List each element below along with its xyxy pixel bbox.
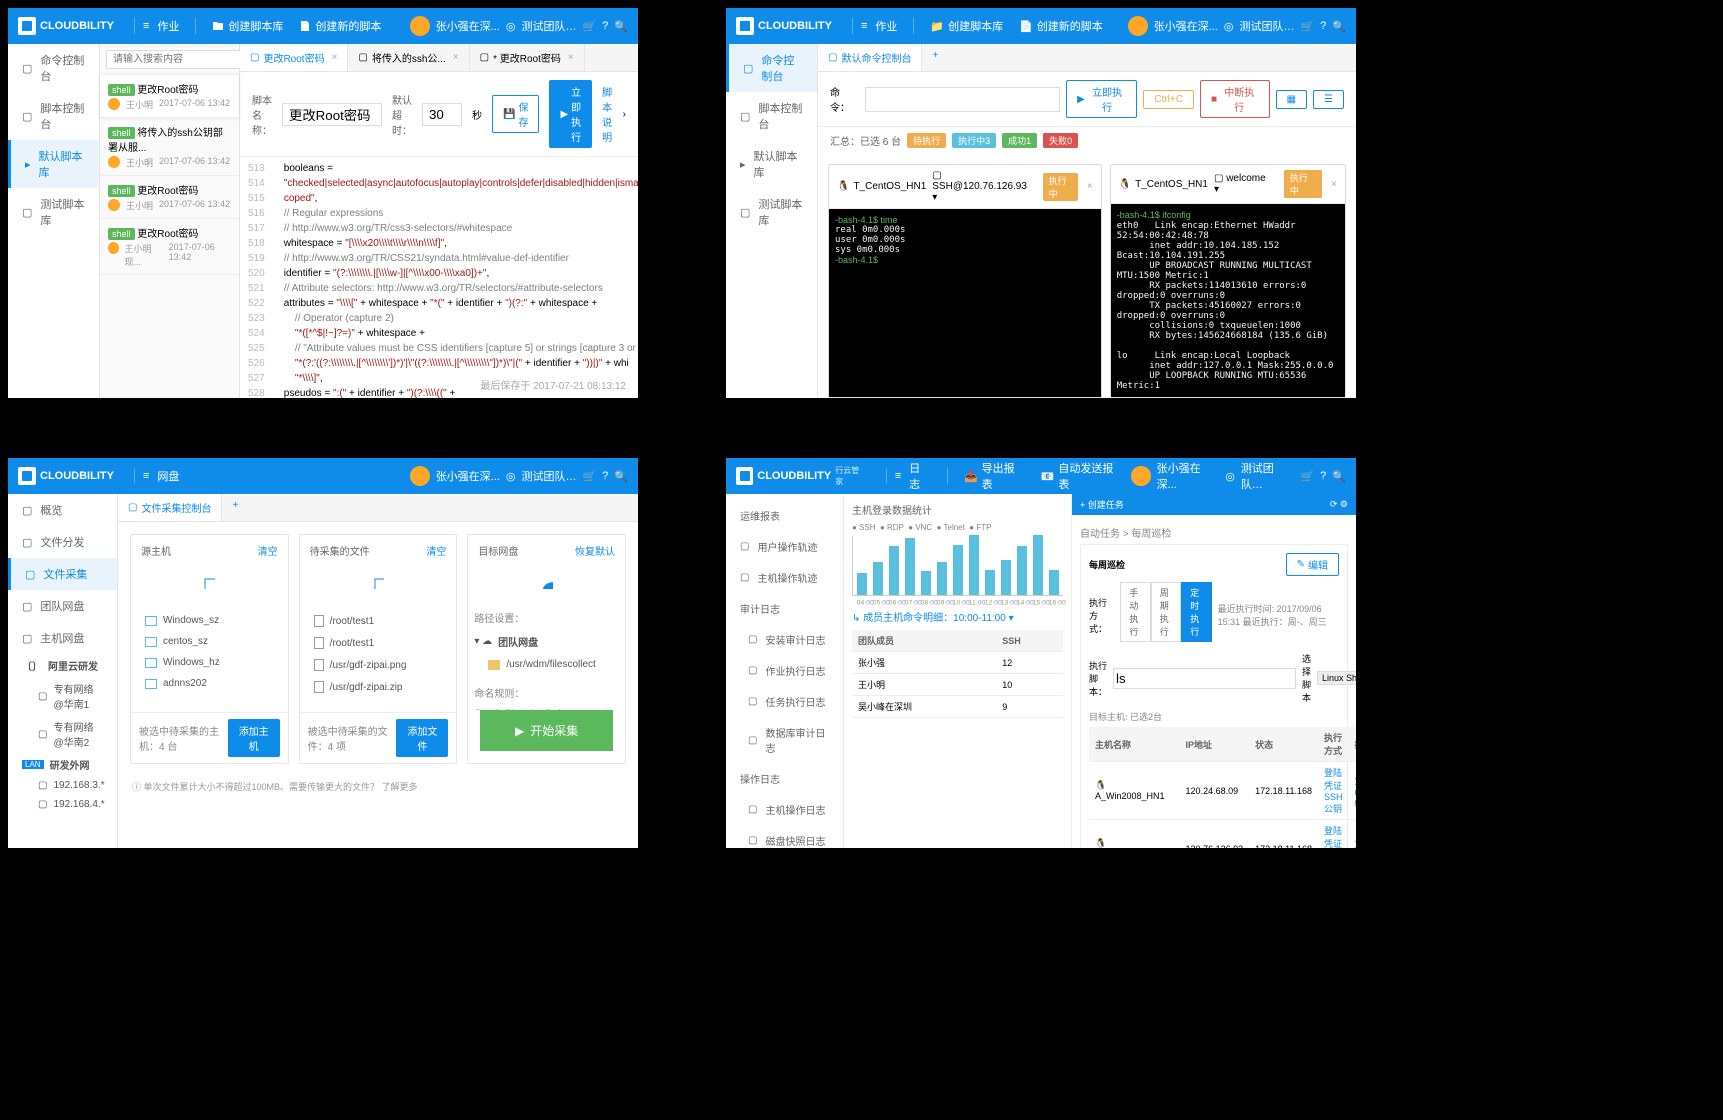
nav-logs[interactable]: 日志 xyxy=(901,460,939,492)
panel-script-editor: CLOUDBILITY ≡ 作业 创建脚本库 创建新的脚本 张小强在深... ◎… xyxy=(8,8,638,398)
run-button[interactable]: ▶ 立即执行 xyxy=(1066,80,1137,118)
cart-icon[interactable]: 🛒 xyxy=(582,20,596,33)
command-input[interactable] xyxy=(865,87,1060,112)
terminal[interactable]: 🐧 T_CentOS_HN1▢ SSH@120.76.126.93 ▾执行中× … xyxy=(828,164,1102,398)
brand-logo: CLOUDBILITY xyxy=(18,17,114,35)
host-table: 主机名称IP地址状态执行方式操作 🐧 A_Win2008_HN1120.24.6… xyxy=(1089,727,1356,848)
script-item[interactable]: shell 更改Root密码王小明2017-07-06 13:42 xyxy=(100,75,239,118)
sidebar-script-console[interactable]: ▢ 脚本控制台 xyxy=(8,92,99,140)
tab[interactable]: ▢ 将传入的ssh公...× xyxy=(348,44,469,71)
source-hosts-col: 源主机清空 Windows_sz centos_sz Windows_hz ad… xyxy=(130,534,289,764)
new-script-lib[interactable]: 创建脚本库 xyxy=(204,18,291,34)
saved-status: 最后保存于 2017-07-21 08:13:12 xyxy=(468,371,638,398)
add-tab[interactable]: + xyxy=(222,494,248,521)
save-button[interactable]: 💾 保存 xyxy=(492,95,539,133)
add-tab[interactable]: + xyxy=(922,44,948,71)
top-toolbar: CLOUDBILITY ≡ 作业 创建脚本库 创建新的脚本 张小强在深... ◎… xyxy=(8,8,638,44)
shell-select[interactable]: Linux Shell xyxy=(1317,671,1356,685)
left-sidebar: ▢ 命令控制台 ▢ 脚本控制台 ▸ 默认脚本库 ▢ 测试脚本库 xyxy=(8,44,100,398)
sidebar-cmd-console[interactable]: ▢ 命令控制台 xyxy=(8,44,99,92)
close-icon[interactable]: × xyxy=(332,52,338,63)
ctrlc-button[interactable]: Ctrl+C xyxy=(1143,90,1194,109)
add-file-button[interactable]: 添加文件 xyxy=(396,719,448,757)
edit-button[interactable]: ✎ 编辑 xyxy=(1286,553,1339,576)
folder-plus-icon xyxy=(212,20,224,32)
close-icon[interactable]: × xyxy=(453,52,459,63)
help-icon[interactable]: ? xyxy=(602,20,608,32)
user-name[interactable]: 张小强在深... xyxy=(436,18,500,34)
nav-jobs[interactable]: 作业 xyxy=(149,18,187,34)
host-icon xyxy=(203,577,215,589)
script-item[interactable]: shell 更改Root密码王小明2017-07-06 13:42 xyxy=(100,176,239,219)
panel-netdisk: CLOUDBILITY ≡ 网盘 张小强在深...◎测试团队…🛒?🔍 ▢ 概览 … xyxy=(8,458,638,848)
login-bar-chart xyxy=(852,536,1063,596)
nav-netdisk[interactable]: 网盘 xyxy=(149,468,187,484)
script-item[interactable]: shell 将传入的ssh公钥部署从服...王小明2017-07-06 13:4… xyxy=(100,118,239,176)
team-icon[interactable]: ◎ xyxy=(506,20,516,33)
cloud-icon xyxy=(541,577,553,589)
editor-tabs: ▢ 更改Root密码× ▢ 将传入的ssh公...× ▢ * 更改Root密码× xyxy=(240,44,638,72)
panel-logs: CLOUDBILITY行云管家 ≡ 日志 📤 导出报表 📧 自动发送报表 张小强… xyxy=(726,458,1356,848)
tab[interactable]: ▢ * 更改Root密码× xyxy=(470,44,585,71)
new-script[interactable]: 创建新的脚本 xyxy=(291,18,389,34)
tab[interactable]: ▢ 更改Root密码× xyxy=(240,44,348,71)
terminal[interactable]: 🐧 T_CentOS_HN1▢ welcome ▾执行中× -bash-4.1$… xyxy=(1110,164,1346,398)
target-disk-col: 目标网盘恢复默认 路径设置： ▾ ☁团队网盘 /usr/wdm/filescol… xyxy=(467,534,626,764)
sidebar-collect[interactable]: ▢ 文件采集 xyxy=(8,558,117,590)
files-col: 待采集的文件清空 /root/test1 /root/test1 /usr/gd… xyxy=(299,534,458,764)
script-input[interactable] xyxy=(1113,668,1296,689)
panel-terminal: CLOUDBILITY ≡ 作业 📁 创建脚本库 📄 创建新的脚本 张小强在深.… xyxy=(726,8,1356,398)
sidebar-default-lib[interactable]: ▸ 默认脚本库 xyxy=(8,140,99,188)
grid-button[interactable]: ▦ xyxy=(1276,90,1307,109)
editor-content: ▢ 更改Root密码× ▢ 将传入的ssh公...× ▢ * 更改Root密码×… xyxy=(240,44,638,398)
timeout-input[interactable] xyxy=(422,103,462,126)
sidebar-cmd-console[interactable]: ▢ 命令控制台 xyxy=(726,44,817,92)
sidebar-test-lib[interactable]: ▢ 测试脚本库 xyxy=(8,188,99,236)
stop-button[interactable]: ■ 中断执行 xyxy=(1200,80,1270,118)
tab[interactable]: ▢ 文件采集控制台 xyxy=(118,494,222,521)
name-label: 脚本名称： xyxy=(252,92,272,137)
file-plus-icon xyxy=(299,20,311,32)
add-host-button[interactable]: 添加主机 xyxy=(228,719,280,757)
search-input[interactable] xyxy=(106,50,252,69)
script-list: ⇅ + shell 更改Root密码王小明2017-07-06 13:42 sh… xyxy=(100,44,240,398)
list-button[interactable]: ☰ xyxy=(1313,90,1344,109)
note: ⓘ 单次文件累计大小不得超过100MB。需要传输更大的文件？ 了解更多 xyxy=(118,776,638,797)
script-item[interactable]: shell 更改Root密码王小明现...2017-07-06 13:42 xyxy=(100,219,239,275)
team-name[interactable]: 测试团队… xyxy=(521,18,576,34)
run-button[interactable]: ▶ 立即执行 xyxy=(549,80,592,148)
search-icon[interactable]: 🔍 xyxy=(614,20,628,33)
code-editor[interactable]: 5135145155165175185195205215225235245255… xyxy=(240,157,638,398)
team-ssh-table: 团队成员SSH 张小强12 王小明10 吴小峰在深圳9 xyxy=(852,630,1063,718)
new-script[interactable]: 📄 创建新的脚本 xyxy=(1011,18,1111,34)
start-collect-button[interactable]: ▶ 开始采集 xyxy=(480,710,613,751)
avatar[interactable] xyxy=(410,16,430,36)
clear-link[interactable]: 清空 xyxy=(258,543,278,558)
folder-icon xyxy=(488,660,500,670)
time-range[interactable]: ↳ 成员主机命令明细：10:00-11:00 ▾ xyxy=(852,609,1063,624)
new-lib[interactable]: 📁 创建脚本库 xyxy=(922,18,1011,34)
file-icon xyxy=(372,577,384,589)
tab[interactable]: ▢ 默认命令控制台 xyxy=(818,44,922,71)
close-icon[interactable]: × xyxy=(568,52,574,63)
nav-jobs[interactable]: 作业 xyxy=(867,18,905,34)
name-input[interactable] xyxy=(282,103,382,126)
timeout-label: 默认超时： xyxy=(392,92,412,137)
desc-link[interactable]: 脚本说明 xyxy=(602,84,613,144)
